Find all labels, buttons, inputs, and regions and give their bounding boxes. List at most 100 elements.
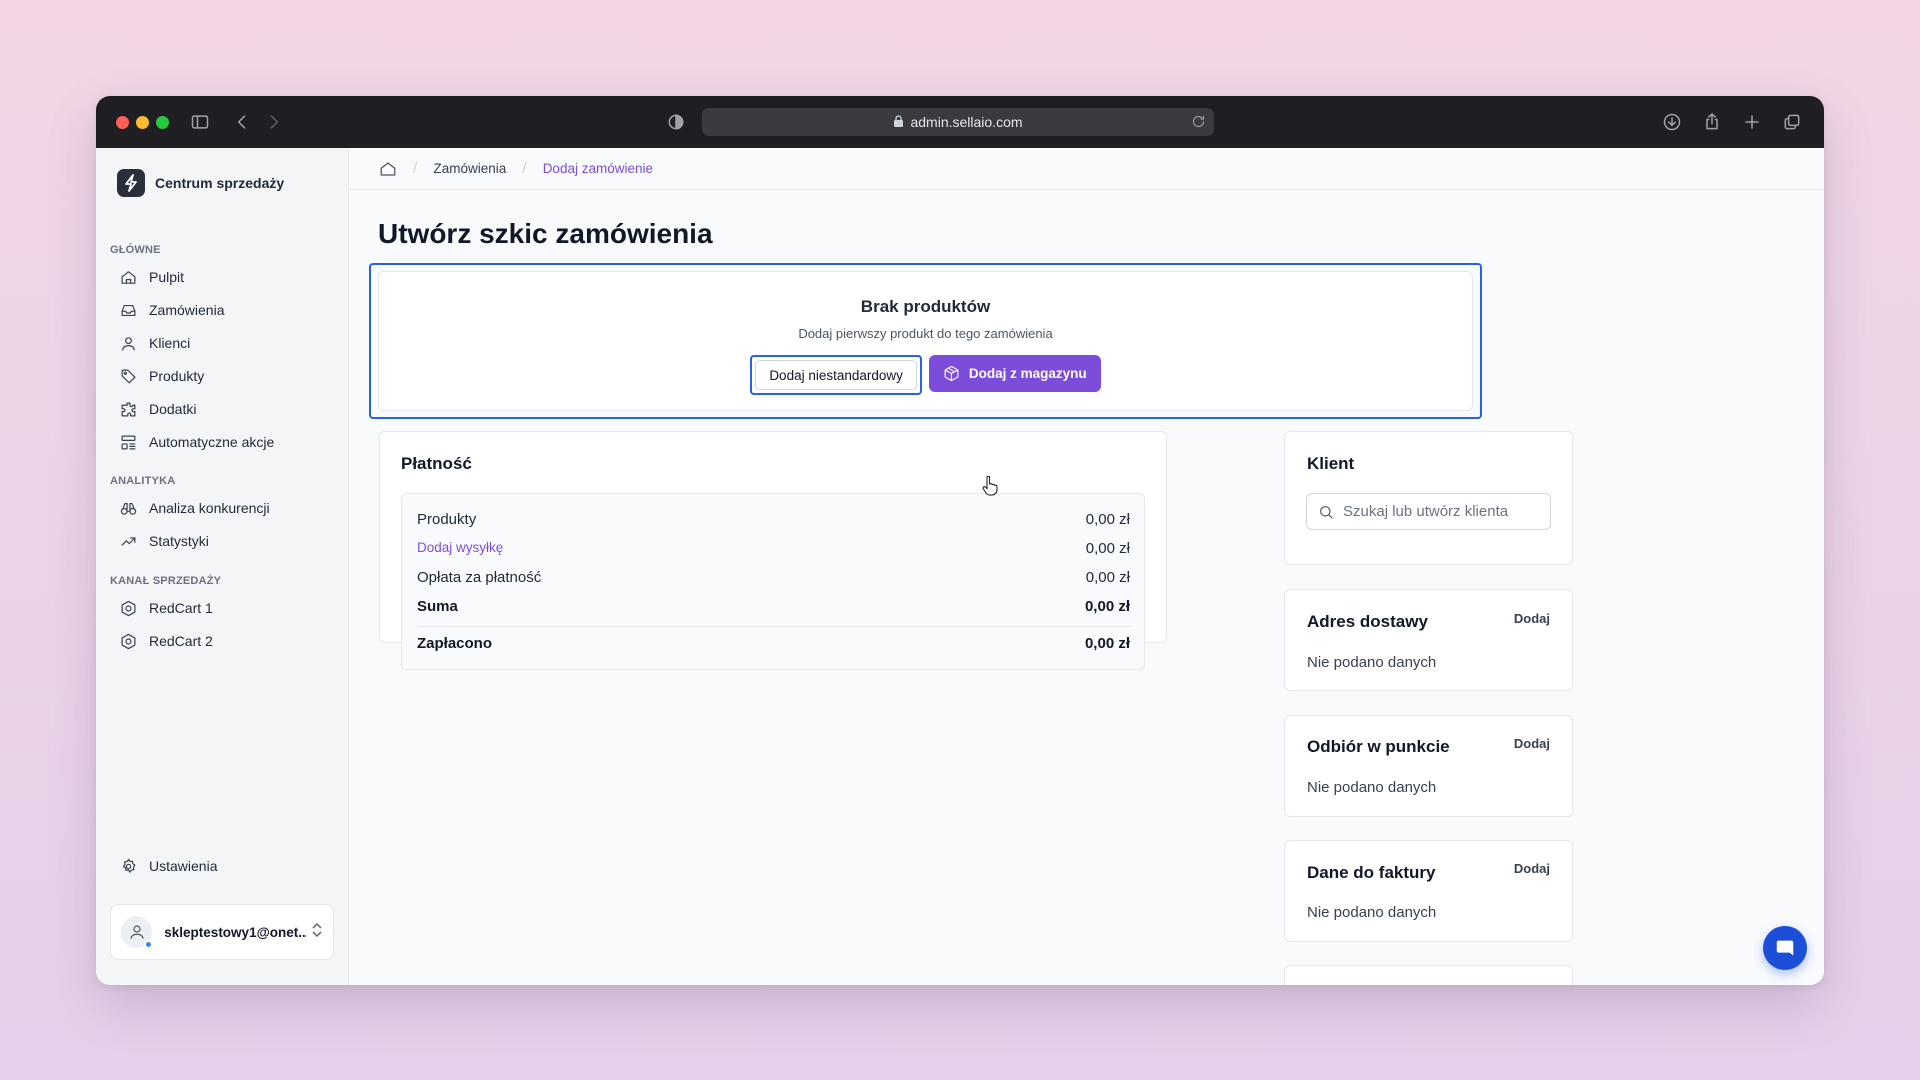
add-custom-button-focus: Dodaj niestandardowy [750, 355, 922, 395]
minimize-window-button[interactable] [136, 116, 149, 129]
account-switcher[interactable]: skleptestowy1@onet... [110, 904, 334, 960]
payment-row-total: Suma 0,00 zł [417, 598, 1130, 615]
sidebar-item-statystyki[interactable]: Statystyki [120, 529, 209, 553]
nav-section-main: GŁÓWNE [110, 244, 161, 256]
sidebar-item-klienci[interactable]: Klienci [120, 331, 190, 355]
brand[interactable]: Centrum sprzedaży [117, 169, 284, 197]
back-icon[interactable] [230, 110, 254, 134]
gear-icon [122, 858, 136, 873]
hand-cursor-icon [982, 475, 998, 501]
payment-divider [417, 626, 1130, 627]
download-icon[interactable] [1660, 110, 1684, 134]
brand-name: Centrum sprzedaży [155, 175, 285, 191]
payment-summary: Produkty 0,00 zł Dodaj wysyłkę 0,00 zł O… [401, 493, 1145, 670]
sidebar-item-ustawienia[interactable]: Ustawienia [120, 854, 217, 878]
sidebar-item-label: Zamówienia [149, 302, 225, 318]
client-card: Klient [1284, 431, 1573, 565]
breadcrumb-separator: / [413, 159, 418, 177]
add-pickup-point-button[interactable]: Dodaj [1514, 736, 1550, 751]
browser-window: admin.sellaio.com Centrum sprzedaży GŁÓW… [96, 96, 1824, 985]
sidebar-item-produkty[interactable]: Produkty [120, 364, 204, 388]
sidebar-item-label: Produkty [149, 368, 205, 384]
breadcrumb-zamowienia[interactable]: Zamówienia [433, 161, 506, 176]
user-icon [122, 336, 135, 350]
invoice-title: Dane do faktury [1307, 863, 1436, 882]
new-tab-icon[interactable] [1740, 110, 1764, 134]
payment-row-label: Opłata za płatność [417, 569, 542, 586]
add-from-warehouse-button[interactable]: Dodaj z magazynu [928, 355, 1101, 392]
sidebar-item-automatyczne-akcje[interactable]: Automatyczne akcje [120, 430, 274, 454]
nav-section-sales-channel: KANAŁ SPRZEDAŻY [110, 575, 222, 587]
payment-title: Płatność [401, 454, 472, 473]
pickup-point-empty: Nie podano danych [1307, 779, 1437, 796]
maximize-window-button[interactable] [156, 116, 169, 129]
add-shipping-link[interactable]: Dodaj wysyłkę [417, 540, 503, 557]
payment-card: Płatność Produkty 0,00 zł Dodaj wysyłkę … [379, 431, 1167, 670]
empty-products-subtitle: Dodaj pierwszy produkt do tego zamówieni… [798, 326, 1053, 341]
add-invoice-data-button[interactable]: Dodaj [1514, 861, 1550, 876]
online-status-dot [144, 940, 154, 949]
breadcrumb: / Zamówienia / Dodaj zamówienie [349, 148, 1824, 190]
sidebar-item-analiza-konkurencji[interactable]: Analiza konkurencji [120, 496, 270, 520]
add-from-warehouse-label: Dodaj z magazynu [968, 366, 1087, 381]
sidebar-item-dodatki[interactable]: Dodatki [120, 397, 196, 421]
sidebar-item-label: Dodatki [149, 401, 197, 417]
sidebar-item-label: Klienci [149, 335, 191, 351]
add-shipping-address-button[interactable]: Dodaj [1514, 611, 1550, 626]
workflow-icon [121, 435, 136, 449]
brand-logo-icon [117, 169, 145, 197]
payment-row-shipping: Dodaj wysyłkę 0,00 zł [417, 540, 1130, 557]
search-icon [1320, 505, 1333, 519]
redcart-icon [121, 633, 136, 649]
reload-icon[interactable] [1191, 114, 1206, 132]
close-window-button[interactable] [116, 116, 129, 129]
chat-bubble-icon [1776, 940, 1794, 956]
sidebar-item-pulpit[interactable]: Pulpit [120, 265, 184, 289]
sidebar-item-label: Ustawienia [149, 858, 218, 874]
empty-products-title: Brak produktów [860, 297, 991, 316]
share-icon[interactable] [1700, 110, 1724, 134]
avatar [121, 916, 154, 949]
forward-icon[interactable] [262, 110, 286, 134]
tabs-overview-icon[interactable] [1780, 110, 1804, 134]
inbox-icon [121, 304, 136, 316]
page-title: Utwórz szkic zamówienia [378, 218, 713, 249]
sidebar-item-zamowienia[interactable]: Zamówienia [120, 298, 224, 322]
tag-icon [121, 369, 136, 383]
sidebar-toggle-icon[interactable] [188, 110, 212, 134]
privacy-shield-icon[interactable] [664, 110, 688, 134]
address-bar[interactable]: admin.sellaio.com [702, 108, 1214, 136]
puzzle-icon [121, 402, 136, 416]
add-custom-product-button[interactable]: Dodaj niestandardowy [755, 360, 917, 390]
binoculars-icon [120, 502, 137, 515]
sidebar-item-redcart-2[interactable]: RedCart 2 [120, 629, 213, 653]
url-text: admin.sellaio.com [910, 114, 1023, 130]
sidebar-item-redcart-1[interactable]: RedCart 1 [120, 596, 213, 620]
chat-launcher-button[interactable] [1763, 926, 1807, 970]
invoice-card: Dane do faktury Dodaj Nie podano danych [1284, 840, 1573, 942]
home-icon [121, 270, 136, 284]
client-search-input[interactable] [1343, 503, 1543, 520]
payment-row-fee: Opłata za płatność 0,00 zł [417, 569, 1130, 586]
client-title: Klient [1307, 454, 1355, 473]
next-card-partial [1284, 965, 1573, 985]
home-icon[interactable] [379, 160, 397, 178]
payment-row-label: Zapłacono [417, 635, 493, 652]
invoice-empty: Nie podano danych [1307, 904, 1437, 921]
payment-row-products: Produkty 0,00 zł [417, 511, 1130, 528]
nav-section-analytics: ANALITYKA [110, 475, 176, 487]
payment-row-value: 0,00 zł [1085, 569, 1130, 586]
payment-row-value: 0,00 zł [1084, 635, 1130, 652]
client-search[interactable] [1306, 493, 1551, 530]
browser-titlebar: admin.sellaio.com [96, 96, 1824, 148]
pickup-point-title: Odbiór w punkcie [1307, 737, 1450, 756]
products-card: Brak produktów Dodaj pierwszy produkt do… [378, 271, 1473, 411]
trending-up-icon [121, 536, 136, 546]
breadcrumb-dodaj-zamowienie: Dodaj zamówienie [542, 161, 653, 176]
payment-row-label: Produkty [417, 511, 477, 528]
products-section-focus: Brak produktów Dodaj pierwszy produkt do… [369, 263, 1482, 419]
user-email: skleptestowy1@onet... [164, 924, 307, 940]
pickup-point-card: Odbiór w punkcie Dodaj Nie podano danych [1284, 715, 1573, 817]
sidebar-item-label: Statystyki [149, 533, 209, 549]
shipping-address-title: Adres dostawy [1307, 612, 1428, 631]
